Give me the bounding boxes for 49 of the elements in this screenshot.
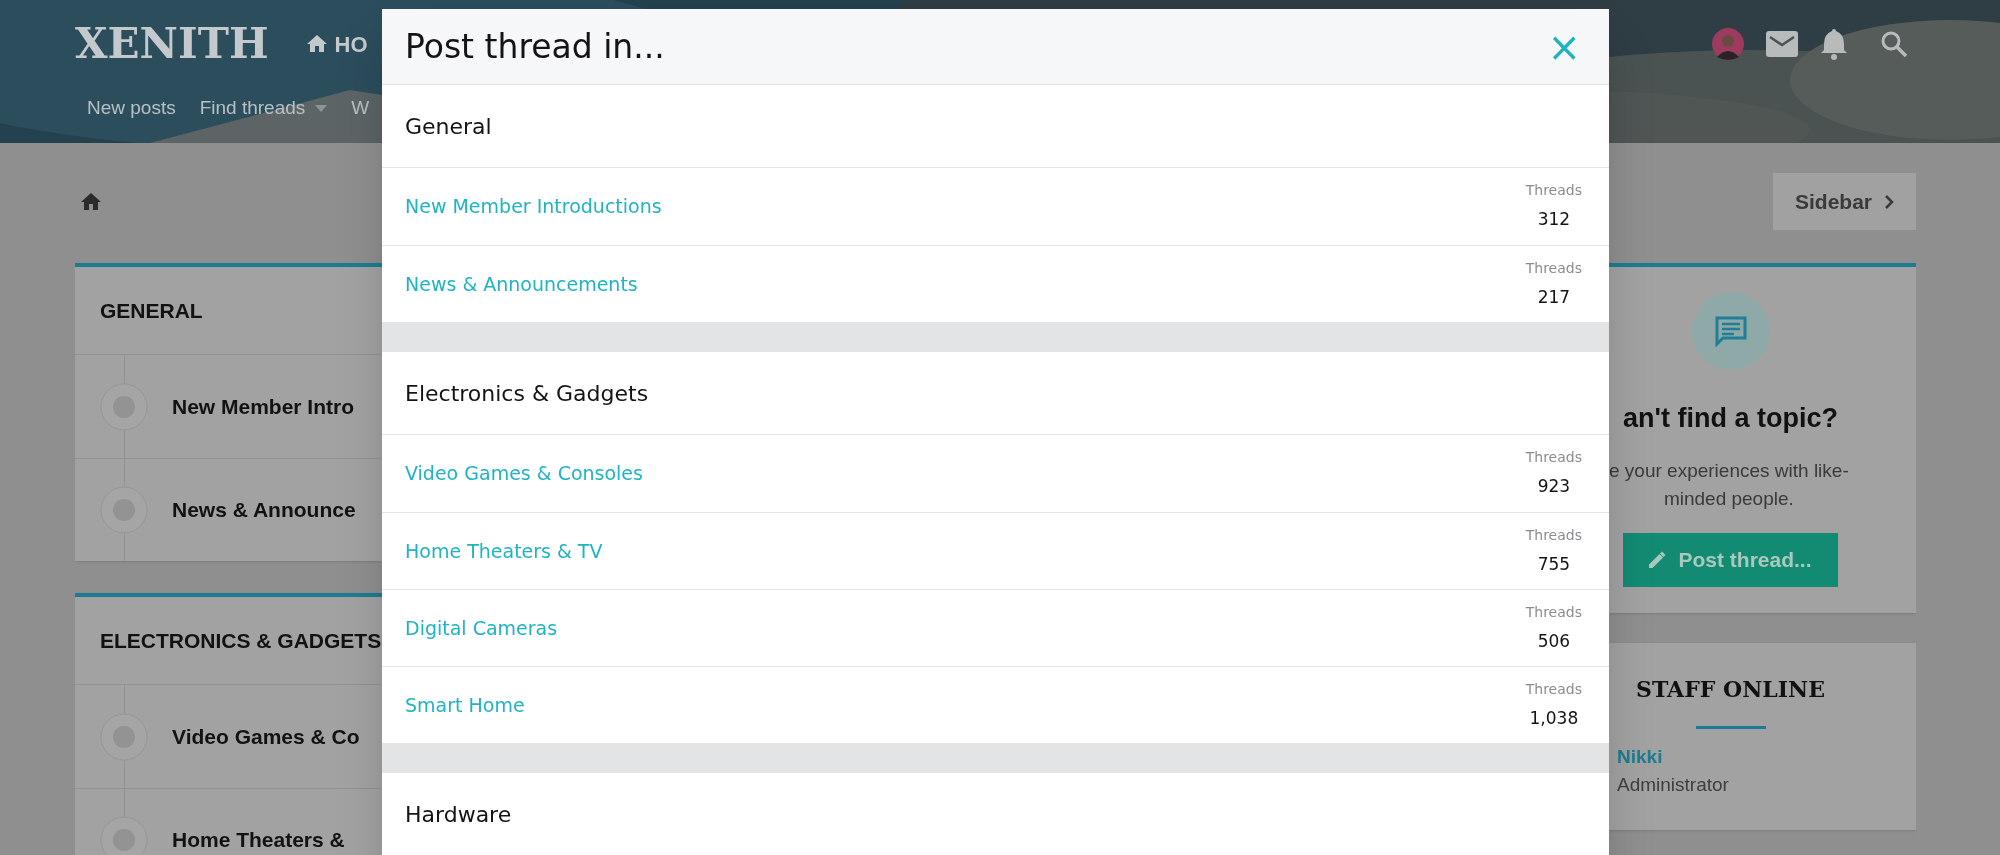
forum-link[interactable]: Video Games & Consoles <box>405 459 643 488</box>
forum-link[interactable]: New Member Intro <box>172 390 355 423</box>
cta-text: e your experiences with like- minded people. <box>1609 458 1849 511</box>
thread-count: 755 <box>1537 552 1571 576</box>
category-title: ELECTRONICS & GADGETS <box>100 627 382 654</box>
cta-title: an't find a topic? <box>1623 402 1838 435</box>
forum-link[interactable]: Home Theaters & <box>172 824 345 855</box>
forum-link[interactable]: News & Announcements <box>405 269 638 299</box>
stat-label: Threads <box>1525 181 1582 201</box>
thread-count: 312 <box>1537 208 1571 232</box>
chat-icon <box>1691 292 1770 370</box>
staff-title: STAFF ONLINE <box>1636 674 1825 704</box>
nav-tab[interactable]: HO <box>304 27 368 61</box>
stat-label: Threads <box>1525 525 1582 545</box>
nav-link[interactable]: New posts <box>87 94 176 123</box>
stat-label: Threads <box>1525 448 1582 468</box>
stat-label: Threads <box>1525 258 1582 278</box>
site-logo[interactable]: XENITH <box>75 18 269 70</box>
forum-link[interactable]: New Member Introductions <box>405 192 662 221</box>
pencil-icon <box>1649 551 1667 568</box>
forum-link[interactable]: Smart Home <box>405 690 525 720</box>
forum-link[interactable]: News & Announce <box>172 494 356 526</box>
chevron-icon <box>1884 193 1894 210</box>
mail-icon[interactable] <box>1766 31 1798 57</box>
section-title: Electronics & Gadgets <box>405 379 649 408</box>
post-thread-button[interactable]: Post thread... <box>1623 532 1838 587</box>
modal-title: Post thread in... <box>405 25 665 68</box>
thread-count: 923 <box>1537 475 1571 499</box>
sidebar-button[interactable]: Sidebar <box>1772 173 1916 230</box>
nav-link[interactable]: Find threads <box>199 94 328 123</box>
member-role: Administrator <box>1617 773 1730 797</box>
avatar[interactable] <box>1712 27 1744 61</box>
thread-count: 217 <box>1537 285 1571 309</box>
thread-count: 1,038 <box>1529 706 1579 730</box>
category-title: GENERAL <box>100 297 203 324</box>
thread-count: 506 <box>1537 629 1571 653</box>
forum-link[interactable]: Digital Cameras <box>405 613 558 643</box>
nav-link[interactable]: W <box>351 94 370 123</box>
search-icon[interactable] <box>1880 30 1908 58</box>
stat-label: Threads <box>1525 602 1582 622</box>
caret-icon <box>315 104 328 112</box>
section-title: Hardware <box>405 800 512 829</box>
forum-link[interactable]: Video Games & Co <box>172 720 360 753</box>
section-title: General <box>405 112 492 141</box>
forum-link[interactable]: Home Theaters & TV <box>405 536 603 566</box>
member-name[interactable]: Nikki <box>1617 742 1916 771</box>
close-button[interactable]: × <box>1547 26 1581 67</box>
stat-label: Threads <box>1525 679 1582 699</box>
bell-icon[interactable] <box>1820 28 1848 60</box>
